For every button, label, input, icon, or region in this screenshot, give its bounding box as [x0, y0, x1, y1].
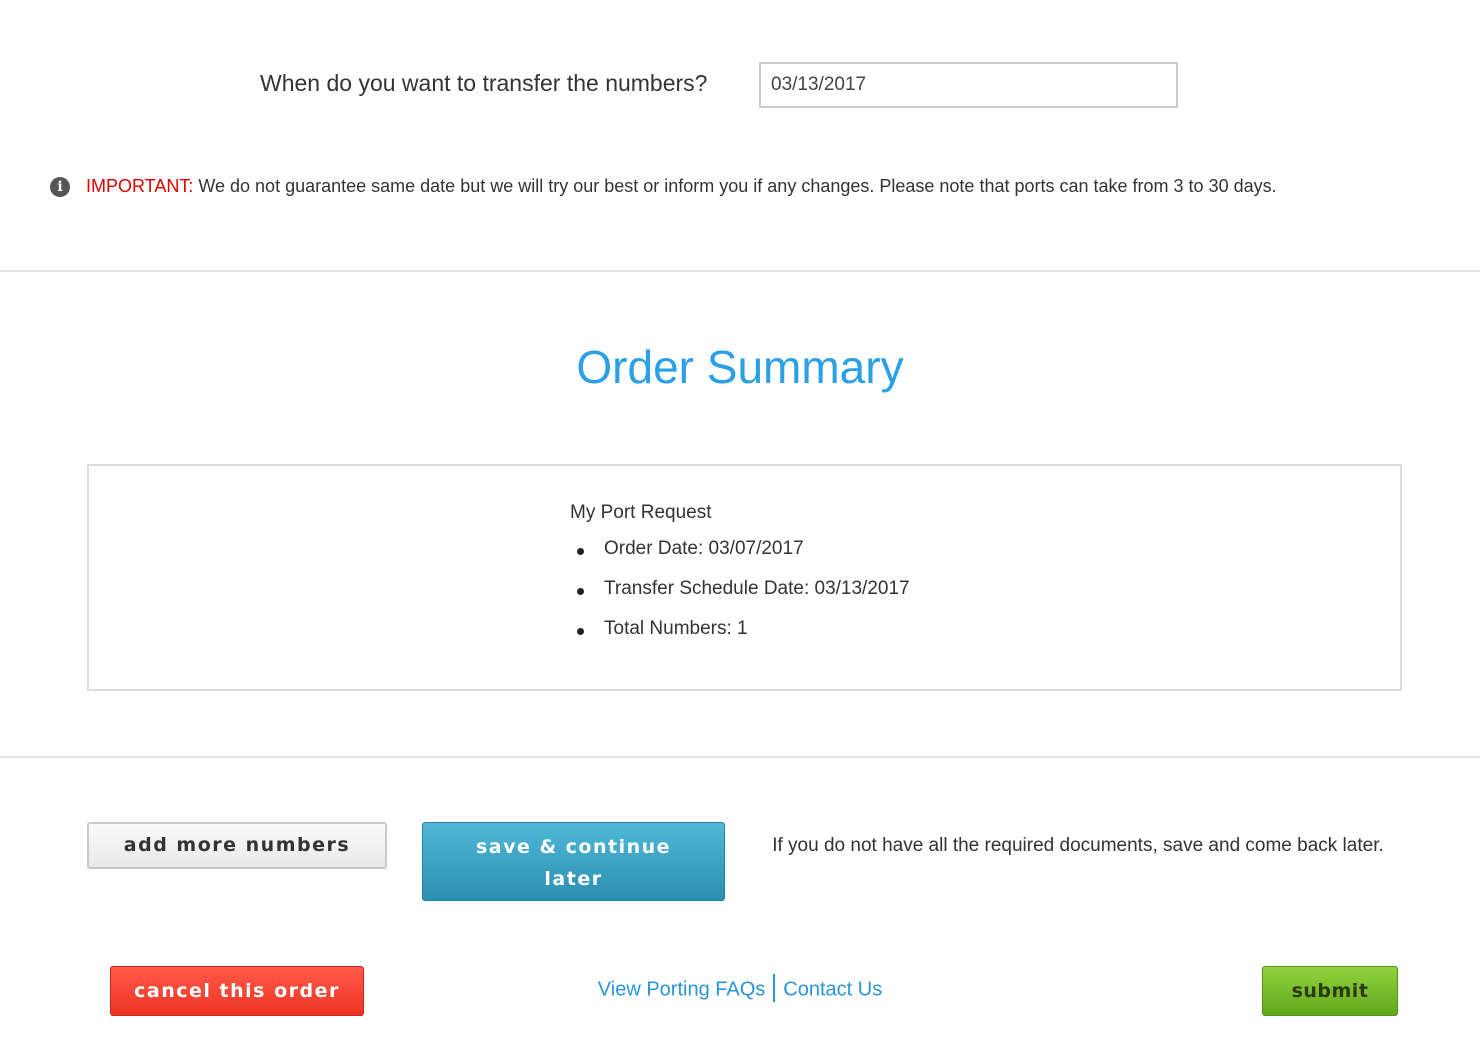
- section-divider-bottom: [0, 756, 1480, 758]
- important-text: We do not guarantee same date but we wil…: [198, 176, 1277, 196]
- save-continue-later-button[interactable]: save & continue later: [422, 822, 725, 901]
- order-date-item: Order Date: 03/07/2017: [577, 538, 910, 578]
- transfer-date-input[interactable]: [759, 62, 1178, 108]
- order-details-list: Order Date: 03/07/2017 Transfer Schedule…: [570, 538, 910, 658]
- section-divider: [0, 270, 1480, 272]
- submit-button[interactable]: submit: [1262, 966, 1398, 1016]
- port-request-heading: My Port Request: [570, 502, 712, 523]
- total-numbers-item: Total Numbers: 1: [577, 618, 910, 658]
- link-separator: [773, 974, 776, 1002]
- info-icon: i: [50, 176, 70, 197]
- contact-us-link[interactable]: Contact Us: [783, 978, 882, 1000]
- footer-links: View Porting FAQs Contact Us: [0, 974, 1480, 1004]
- order-summary-box: My Port Request Order Date: 03/07/2017 T…: [87, 464, 1402, 691]
- order-summary-content: My Port Request Order Date: 03/07/2017 T…: [570, 502, 910, 658]
- save-note-text: If you do not have all the required docu…: [772, 835, 1384, 856]
- save-continue-label: save & continue later: [475, 836, 672, 890]
- important-label: IMPORTANT:: [86, 176, 194, 196]
- transfer-schedule-item: Transfer Schedule Date: 03/13/2017: [577, 578, 910, 618]
- page: When do you want to transfer the numbers…: [0, 0, 1480, 1052]
- add-more-numbers-button[interactable]: add more numbers: [87, 822, 387, 869]
- view-porting-faqs-link[interactable]: View Porting FAQs: [598, 978, 765, 1000]
- order-summary-title: Order Summary: [576, 341, 904, 393]
- transfer-date-question: When do you want to transfer the numbers…: [260, 70, 708, 96]
- important-notice: i IMPORTANT: We do not guarantee same da…: [50, 176, 1277, 197]
